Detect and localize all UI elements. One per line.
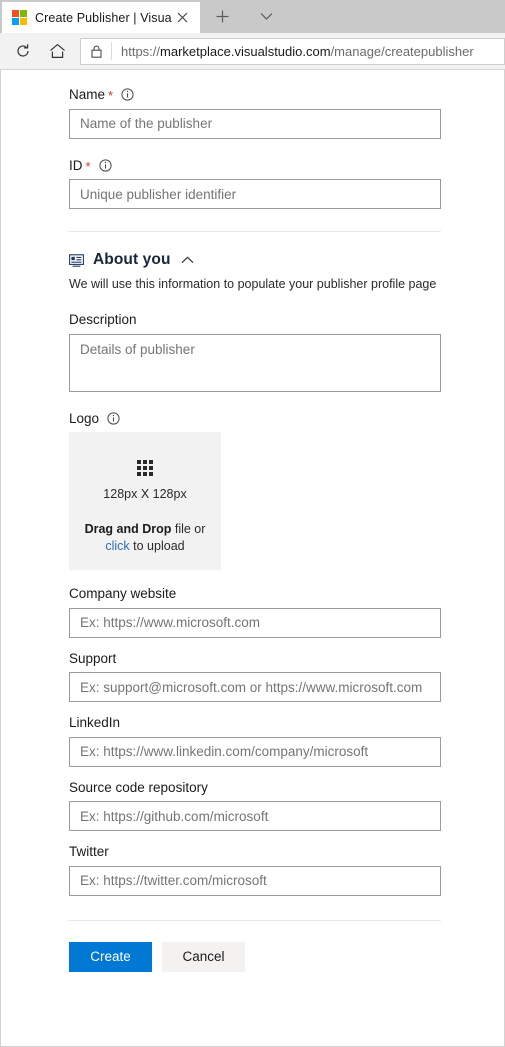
logo-click-text: click to upload [105,538,184,555]
home-icon[interactable] [42,36,72,66]
page-viewport: Name * ID * [0,70,505,1047]
click-rest: to upload [129,539,185,553]
field-name: Name * [69,88,504,139]
chevron-down-icon[interactable] [254,4,280,30]
name-label-row: Name * [69,88,504,102]
linkedin-label-row: LinkedIn [69,716,504,730]
url-host: marketplace.visualstudio.com [160,43,331,59]
description-label: Description [69,312,137,327]
id-label: ID [69,157,83,173]
reload-icon[interactable] [8,36,38,66]
create-publisher-form: Name * ID * [1,70,504,972]
tab-strip: Create Publisher | Visua [0,0,505,33]
tab-title: Create Publisher | Visua [35,10,172,25]
profile-card-icon [69,253,84,268]
new-tab-icon[interactable] [210,4,236,30]
required-marker: * [108,88,114,104]
microsoft-logo-icon [12,10,27,25]
info-icon[interactable] [107,412,120,425]
browser-toolbar: https://marketplace.visualstudio.com/man… [0,33,505,70]
section-divider [69,231,441,232]
logo-label: Logo [69,410,100,426]
source-repo-input[interactable] [69,801,441,831]
linkedin-input[interactable] [69,736,441,767]
drag-rest: file or [171,522,206,536]
url-path: /manage/createpublisher [330,43,474,59]
address-bar[interactable]: https://marketplace.visualstudio.com/man… [80,37,505,65]
field-logo: Logo 128px X 128px Drag and Drop file or [69,410,504,570]
description-textarea[interactable] [69,333,441,392]
support-label-row: Support [69,650,504,666]
field-linkedin: LinkedIn [69,716,504,767]
info-icon[interactable] [121,88,134,101]
create-button[interactable]: Create [69,941,152,972]
field-description: Description [69,313,504,392]
about-you-title: About you [93,251,171,268]
source-repo-label: Source code repository [69,779,208,795]
info-icon[interactable] [98,159,112,172]
chevron-up-icon[interactable] [181,253,195,267]
required-marker: * [85,158,91,174]
support-label: Support [69,650,117,666]
url-scheme: https:// [121,43,161,59]
cancel-button[interactable]: Cancel [162,941,245,972]
field-id: ID * [69,157,504,209]
field-twitter: Twitter [69,845,504,896]
lock-icon [81,39,111,64]
id-input[interactable] [69,179,441,209]
support-input[interactable] [69,672,441,702]
logo-dropzone[interactable]: 128px X 128px Drag and Drop file or clic… [69,432,221,570]
close-icon[interactable] [172,7,194,29]
field-support: Support [69,650,504,702]
company-website-input[interactable] [69,607,441,638]
browser-chrome: Create Publisher | Visua https://marketp… [0,0,505,70]
twitter-label: Twitter [69,844,109,859]
logo-label-row: Logo [69,410,504,426]
tabstrip-actions [200,0,280,33]
drag-and-drop-strong: Drag and Drop [84,522,172,536]
click-to-upload-link[interactable]: click [105,539,129,553]
actions-divider [69,919,441,921]
name-input[interactable] [69,108,441,139]
twitter-input[interactable] [69,865,441,896]
about-you-header[interactable]: About you [69,251,504,269]
linkedin-label: LinkedIn [69,715,121,730]
twitter-label-row: Twitter [69,845,504,859]
description-label-row: Description [69,313,504,327]
grid-icon [137,460,153,476]
about-you-subtitle: We will use this information to populate… [69,277,437,291]
logo-dimensions: 128px X 128px [103,487,187,501]
name-label: Name [69,87,106,102]
address-bar-url: https://marketplace.visualstudio.com/man… [112,44,474,59]
logo-drag-text: Drag and Drop file or [85,521,206,538]
field-source-repo: Source code repository [69,779,504,831]
company-website-label: Company website [69,586,177,601]
field-company-website: Company website [69,587,504,638]
browser-tab-create-publisher[interactable]: Create Publisher | Visua [2,2,200,33]
company-website-label-row: Company website [69,587,504,601]
form-actions: Create Cancel [69,941,504,972]
id-label-row: ID * [69,157,504,174]
source-repo-label-row: Source code repository [69,779,504,795]
